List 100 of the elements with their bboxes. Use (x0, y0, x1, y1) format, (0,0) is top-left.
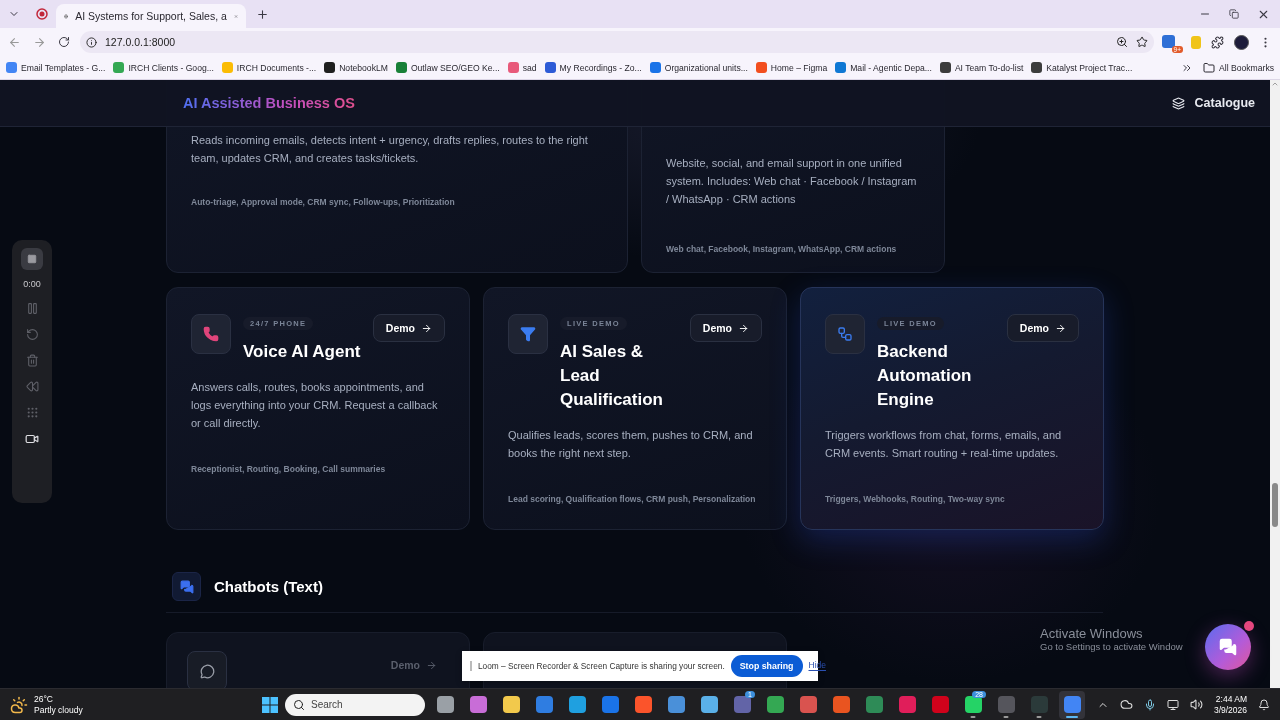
sharing-message: Loom – Screen Recorder & Screen Capture is sharing your screen. (478, 661, 725, 671)
phone-icon (203, 326, 219, 342)
app-icon (1063, 696, 1081, 713)
chat-bubbles-icon (179, 579, 194, 594)
clock[interactable]: 2:44 AM 3/9/2026 (1213, 693, 1247, 716)
app-icon (832, 696, 850, 713)
info-icon[interactable] (86, 36, 97, 48)
app-icon (1030, 696, 1048, 713)
stop-button[interactable] (21, 248, 43, 270)
bookmark[interactable]: Outlaw SEO/GEO Ke... (395, 62, 500, 73)
card-tags: Lead scoring, Qualification flows, CRM push, Personalization (508, 494, 762, 504)
card-description: Qualifies leads, scores them, pushes to CRM, and books the right next step. (508, 428, 754, 461)
notification-dot (1244, 621, 1254, 631)
arrow-right-icon (426, 659, 437, 671)
funnel-icon (520, 326, 536, 342)
profile-avatar[interactable] (1234, 34, 1249, 50)
bookmark[interactable]: NotebookLM (324, 62, 388, 73)
stop-icon (27, 254, 37, 264)
pause-icon[interactable] (25, 302, 39, 315)
start-icon[interactable] (262, 696, 278, 713)
chat-button[interactable] (1205, 624, 1251, 670)
app-icon (931, 696, 949, 713)
bookmark[interactable]: sad (507, 62, 537, 73)
demo-button[interactable]: Demo (1006, 314, 1079, 342)
card-description: Website, social, and email support in one unified system. Includes: Web chat · Facebook / Instagram / WhatsApp · CRM actions (666, 156, 918, 207)
grid-icon[interactable] (25, 406, 39, 419)
folder-icon (1203, 61, 1216, 74)
weather-text: Partly cloudy (34, 704, 83, 716)
record-icon (36, 8, 48, 20)
brand-title[interactable]: AI Assisted Business OS (183, 95, 355, 111)
bookmark[interactable]: Mail - Agentic Depa... (835, 62, 932, 73)
restore-button[interactable] (1227, 7, 1241, 21)
trash-icon[interactable] (25, 354, 39, 367)
scrollbar[interactable] (1270, 80, 1280, 688)
app-icon (733, 696, 751, 713)
bookmark[interactable]: My Recordings - Zo... (544, 62, 642, 73)
all-bookmarks-button[interactable]: All Bookmarks (1203, 61, 1274, 74)
workflow-icon (837, 326, 853, 342)
app-icon (799, 696, 817, 713)
drag-handle[interactable] (470, 661, 472, 671)
scrollbar-thumb[interactable] (1272, 483, 1278, 527)
plus-icon (256, 7, 269, 21)
app-icon (634, 696, 652, 713)
app-icon (535, 696, 553, 713)
bookmark[interactable]: Organizational units... (649, 62, 748, 73)
taskbar-app[interactable] (1059, 690, 1085, 719)
bookmark[interactable]: Katalyst Project Trac... (1031, 62, 1133, 73)
bookmark[interactable]: IRCH Clients - Goog... (113, 62, 214, 73)
app-icon (700, 696, 718, 713)
camera-icon[interactable] (25, 432, 39, 446)
star-icon[interactable] (1136, 36, 1148, 48)
card-title: Voice AI Agent (243, 341, 361, 363)
browser-tab[interactable]: AI Systems for Support, Sales, a (56, 4, 246, 28)
puzzle-icon (1211, 35, 1224, 49)
card-tags: Receptionist, Routing, Booking, Call summaries (191, 464, 445, 474)
demo-button[interactable]: Demo (689, 314, 762, 342)
address-bar[interactable]: 127.0.0.1:8000 (80, 31, 1154, 53)
app-icon (997, 696, 1015, 713)
chat-bubble-icon (199, 663, 215, 679)
app-icon (601, 696, 619, 713)
url-text: 127.0.0.1:8000 (105, 36, 177, 48)
zoom-icon[interactable] (1116, 36, 1128, 48)
arrow-right-icon (33, 35, 46, 49)
card-description: Triggers workflows from chat, forms, emails, and CRM events. Smart routing + real-time updates. (825, 428, 1063, 461)
reload-button[interactable] (56, 34, 72, 50)
recording-time: 0:00 (23, 279, 41, 289)
network-icon[interactable] (1166, 698, 1179, 711)
cloud-icon[interactable] (1119, 698, 1133, 711)
arrow-right-icon (738, 322, 749, 334)
volume-icon[interactable] (1189, 698, 1203, 711)
app-icon (766, 696, 784, 713)
taskbar-search[interactable]: Search (285, 693, 425, 716)
notifications-icon[interactable] (1258, 698, 1270, 711)
layers-icon (1171, 96, 1185, 110)
rewind-icon[interactable] (25, 380, 39, 393)
mic-icon[interactable] (1143, 698, 1156, 711)
bookmark[interactable]: Email Templates - G... (6, 62, 106, 73)
reload-icon (58, 36, 70, 48)
app-icon (469, 696, 487, 713)
catalogue-link[interactable]: Catalogue (1171, 96, 1255, 110)
app-icon (667, 696, 685, 713)
card-tags: Web chat, Facebook, Instagram, WhatsApp, CRM actions (666, 244, 920, 254)
restore-icon (1229, 9, 1239, 19)
card-description: Answers calls, routes, books appointments, and logs everything into your CRM. Request a callback or call directly. (191, 380, 439, 431)
card-tags: Triggers, Webhooks, Routing, Two-way sync (825, 494, 1079, 504)
bookmark[interactable]: IRCH Documents -... (221, 62, 317, 73)
search-icon (293, 698, 305, 711)
temperature: 26°C (34, 693, 54, 705)
card-title: Backend Automation Engine (877, 341, 973, 411)
restart-icon[interactable] (25, 328, 39, 341)
extensions-button[interactable] (1209, 33, 1226, 51)
app-icon (898, 696, 916, 713)
arrow-right-icon (421, 322, 432, 334)
app-icon (865, 696, 883, 713)
bookmark[interactable]: AI Team To-do-list (939, 62, 1024, 73)
app-icon (436, 696, 454, 713)
card-title: AI Sales & Lead Qualification (560, 341, 664, 411)
bookmark[interactable]: Home – Figma (755, 62, 828, 73)
demo-button[interactable]: Demo (372, 314, 445, 342)
stop-sharing-button[interactable]: Stop sharing (730, 655, 803, 677)
